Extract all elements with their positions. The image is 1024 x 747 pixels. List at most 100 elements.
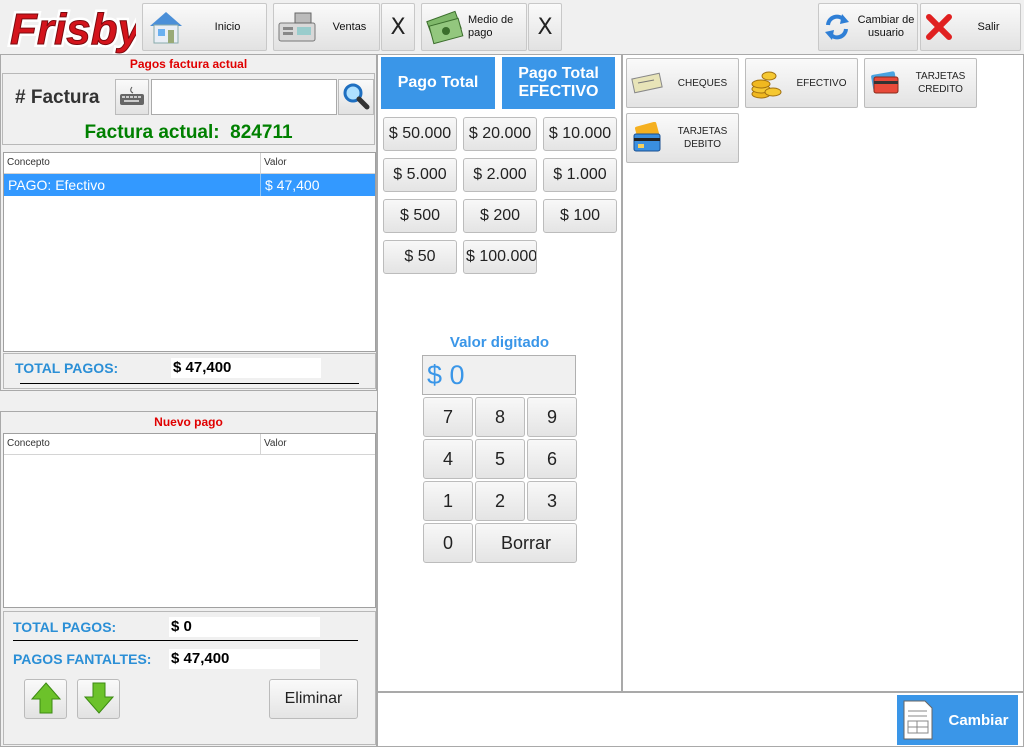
key-5[interactable]: 5 <box>475 439 525 479</box>
faltantes-label: PAGOS FANTALTES: <box>13 651 152 667</box>
move-up-button[interactable] <box>24 679 67 719</box>
cash-register-icon <box>274 7 320 47</box>
amount-100-button[interactable]: $ 100 <box>543 199 617 233</box>
amount-100000-button[interactable]: $ 100.000 <box>463 240 537 274</box>
cheques-button[interactable]: CHEQUES <box>626 58 739 108</box>
amount-1000-button[interactable]: $ 1.000 <box>543 158 617 192</box>
cambiar-usuario-button[interactable]: Cambiar de usuario <box>818 3 918 51</box>
amount-500-button[interactable]: $ 500 <box>383 199 457 233</box>
efectivo-label: EFECTIVO <box>796 77 847 89</box>
amount-200-button[interactable]: $ 200 <box>463 199 537 233</box>
money-icon <box>422 7 468 47</box>
key-9[interactable]: 9 <box>527 397 577 437</box>
key-1[interactable]: 1 <box>423 481 473 521</box>
amount-50000-button[interactable]: $ 50.000 <box>383 117 457 151</box>
arrow-up-icon <box>30 681 62 718</box>
ventas-label: Ventas <box>332 20 367 33</box>
nuevo-total-label: TOTAL PAGOS: <box>13 619 117 635</box>
amount-10000-button[interactable]: $ 10.000 <box>543 117 617 151</box>
footer-bar: Cambiar <box>377 692 1024 747</box>
pagos-actual-table[interactable]: Concepto Valor PAGO: Efectivo $ 47,400 <box>3 152 376 352</box>
nuevo-pago-totals: TOTAL PAGOS: $ 0 PAGOS FANTALTES: $ 47,4… <box>3 611 376 745</box>
keyboard-button[interactable] <box>115 79 149 115</box>
key-3[interactable]: 3 <box>527 481 577 521</box>
pagos-factura-actual-panel: Pagos factura actual # Factura Factura a… <box>0 54 377 391</box>
amount-2000-button[interactable]: $ 2.000 <box>463 158 537 192</box>
divider <box>13 640 358 641</box>
table-row[interactable]: PAGO: Efectivo $ 47,400 <box>4 174 375 196</box>
column-concepto: Concepto <box>4 434 261 454</box>
cambiar-button[interactable]: Cambiar <box>897 695 1018 745</box>
ventas-button[interactable]: Ventas <box>273 3 380 51</box>
tarjetas-credito-label: TARJETAS CREDITO <box>915 71 966 95</box>
key-4[interactable]: 4 <box>423 439 473 479</box>
factura-actual-value: 824711 <box>230 122 293 143</box>
svg-text:Frisby: Frisby <box>10 5 136 54</box>
arrow-down-icon <box>83 681 115 718</box>
coins-icon <box>746 63 786 103</box>
pago-total-efectivo-button[interactable]: Pago Total EFECTIVO <box>502 57 615 109</box>
inicio-label: Inicio <box>214 20 241 33</box>
nuevo-pago-title: Nuevo pago <box>154 415 223 429</box>
borrar-button[interactable]: Borrar <box>475 523 577 563</box>
inicio-button[interactable]: Inicio <box>142 3 267 51</box>
amounts-panel: Pago Total Pago Total EFECTIVO $ 50.000 … <box>377 54 622 692</box>
efectivo-button[interactable]: EFECTIVO <box>745 58 858 108</box>
nuevo-pago-table[interactable]: Concepto Valor <box>3 433 376 608</box>
column-concepto: Concepto <box>4 153 261 173</box>
factura-input[interactable] <box>151 79 337 115</box>
nuevo-pago-panel: Nuevo pago Concepto Valor TOTAL PAGOS: $… <box>0 411 377 747</box>
cambiar-usuario-label: Cambiar de usuario <box>857 14 915 39</box>
salir-button[interactable]: Salir <box>920 3 1021 51</box>
search-button[interactable] <box>338 79 374 115</box>
move-down-button[interactable] <box>77 679 120 719</box>
table-header: Concepto Valor <box>4 434 375 455</box>
table-header: Concepto Valor <box>4 153 375 174</box>
faltantes-value: $ 47,400 <box>169 649 320 669</box>
factura-actual-label: Factura actual: <box>84 122 220 143</box>
document-icon <box>897 697 939 743</box>
row-valor: $ 47,400 <box>265 177 320 193</box>
keyboard-icon <box>119 85 145 110</box>
key-0[interactable]: 0 <box>423 523 473 563</box>
nuevo-total-value: $ 0 <box>169 617 320 637</box>
medio-pago-button[interactable]: Medio de pago <box>421 3 527 51</box>
total-pagos-value: $ 47,400 <box>171 358 321 378</box>
credit-card-icon <box>865 63 905 103</box>
salir-label: Salir <box>977 20 1000 33</box>
tarjetas-debito-button[interactable]: TARJETAS DEBITO <box>626 113 739 163</box>
divider <box>20 383 359 384</box>
amount-5000-button[interactable]: $ 5.000 <box>383 158 457 192</box>
column-valor: Valor <box>264 438 287 449</box>
frisby-logo: Frisby Frisby <box>6 2 148 57</box>
key-6[interactable]: 6 <box>527 439 577 479</box>
tarjetas-credito-button[interactable]: TARJETAS CREDITO <box>864 58 977 108</box>
valor-digitado-label: Valor digitado <box>449 334 550 351</box>
amount-20000-button[interactable]: $ 20.000 <box>463 117 537 151</box>
search-icon <box>342 82 370 113</box>
payment-methods-panel: CHEQUES EFECTIVO TARJETAS CREDITO TARJET… <box>622 54 1024 692</box>
factura-box: # Factura Factura actual: 824711 <box>2 73 375 145</box>
medio-pago-close-button[interactable]: X <box>528 3 562 51</box>
total-pagos-box: TOTAL PAGOS: $ 47,400 <box>3 353 376 389</box>
key-8[interactable]: 8 <box>475 397 525 437</box>
valor-digitado-display: $ 0 <box>422 355 576 395</box>
factura-label: # Factura <box>15 87 100 108</box>
row-concepto: PAGO: Efectivo <box>4 174 261 196</box>
eliminar-button[interactable]: Eliminar <box>269 679 358 719</box>
home-icon <box>143 7 189 47</box>
cheque-icon <box>627 63 667 103</box>
total-pagos-label: TOTAL PAGOS: <box>15 360 119 376</box>
close-icon <box>921 7 957 47</box>
column-valor: Valor <box>264 157 287 168</box>
cambiar-label: Cambiar <box>948 711 1009 729</box>
pagos-factura-actual-title: Pagos factura actual <box>129 57 248 71</box>
key-7[interactable]: 7 <box>423 397 473 437</box>
debit-card-icon <box>627 118 667 158</box>
ventas-close-button[interactable]: X <box>381 3 415 51</box>
tarjetas-debito-label: TARJETAS DEBITO <box>677 126 728 150</box>
amount-50-button[interactable]: $ 50 <box>383 240 457 274</box>
medio-pago-label: Medio de pago <box>468 14 514 39</box>
key-2[interactable]: 2 <box>475 481 525 521</box>
pago-total-button[interactable]: Pago Total <box>381 57 495 109</box>
